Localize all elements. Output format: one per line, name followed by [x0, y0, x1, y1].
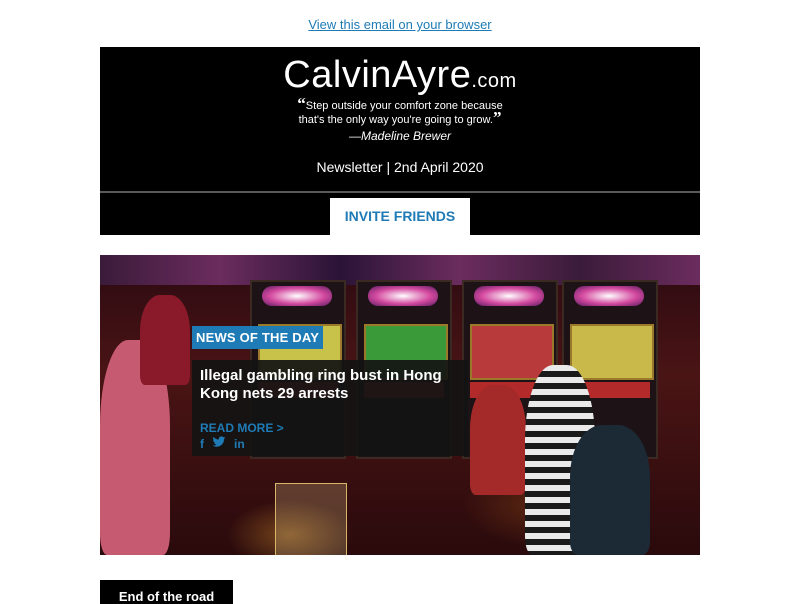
section-title-tab: End of the road: [100, 580, 233, 604]
newsletter-date: Newsletter | 2nd April 2020: [316, 159, 484, 175]
twitter-icon[interactable]: [212, 436, 226, 451]
invite-friends-button[interactable]: INVITE FRIENDS: [330, 198, 470, 235]
quote-line-2: that's the only way you're going to grow…: [298, 114, 493, 126]
quote: “Step outside your comfort zone because …: [100, 95, 700, 127]
news-headline[interactable]: Illegal gambling ring bust in Hong Kong …: [200, 367, 460, 403]
facebook-icon[interactable]: f: [200, 437, 204, 451]
display-case: [275, 483, 347, 555]
quote-author: —Madeline Brewer: [348, 129, 452, 143]
person-silhouette: [570, 425, 650, 555]
header-divider: [100, 191, 700, 193]
close-quote-icon: ”: [492, 108, 502, 127]
view-in-browser-link[interactable]: View this email on your browser: [0, 17, 800, 32]
open-quote-icon: “: [297, 94, 306, 113]
read-more-link[interactable]: READ MORE >: [200, 421, 284, 435]
social-share: f in: [200, 436, 245, 451]
newsletter-header: CalvinAyre.com “Step outside your comfor…: [100, 47, 700, 235]
news-card: Illegal gambling ring bust in Hong Kong …: [192, 360, 468, 456]
person-silhouette: [140, 295, 190, 385]
news-of-the-day-badge: NEWS OF THE DAY: [192, 326, 324, 349]
calvinayre-logo[interactable]: CalvinAyre.com: [100, 53, 700, 97]
linkedin-icon[interactable]: in: [234, 437, 245, 451]
logo-text: CalvinAyre: [283, 54, 472, 96]
quote-line-1: Step outside your comfort zone because: [305, 100, 503, 112]
logo-suffix: .com: [471, 70, 517, 92]
hero-image-casino[interactable]: NEWS OF THE DAY Illegal gambling ring bu…: [100, 255, 700, 555]
person-silhouette: [470, 385, 526, 495]
